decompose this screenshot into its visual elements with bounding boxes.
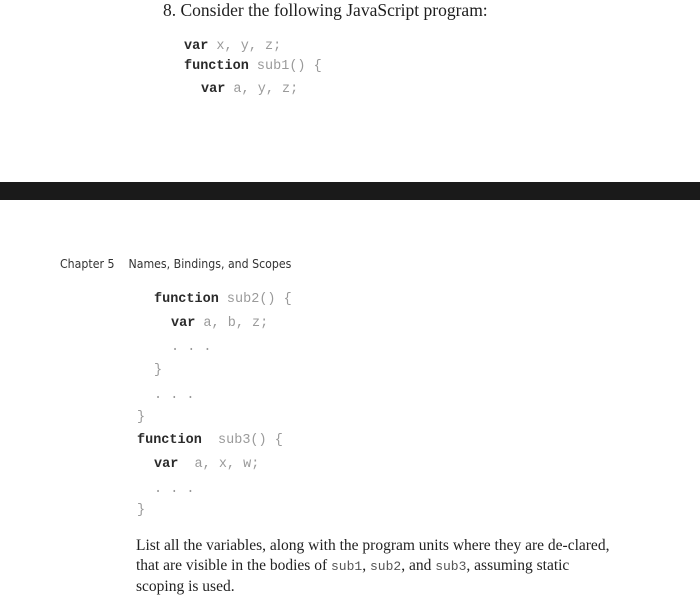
code-line: function sub1() { xyxy=(184,59,322,74)
code-line: } xyxy=(137,503,146,518)
page-separator xyxy=(0,182,700,200)
running-head: Chapter 5 Names, Bindings, and Scopes xyxy=(60,256,291,271)
code-line: var a, y, z; xyxy=(201,82,299,97)
code-line: . . . xyxy=(154,482,195,497)
exercise-title: 8. Consider the following JavaScript pro… xyxy=(163,0,488,20)
code-line: . . . xyxy=(171,340,212,355)
code-line: . . . xyxy=(154,388,195,403)
code-line: function sub2() { xyxy=(154,292,292,307)
code-line: var x, y, z; xyxy=(184,39,282,54)
code-line: var a, x, w; xyxy=(154,457,260,472)
question-text: List all the variables, along with the p… xyxy=(136,537,610,595)
chapter-number: Chapter 5 xyxy=(60,256,115,271)
code-line: } xyxy=(154,363,163,378)
code-line: function sub3() { xyxy=(137,433,283,448)
code-line: var a, b, z; xyxy=(171,316,269,331)
chapter-title: Names, Bindings, and Scopes xyxy=(128,256,292,271)
code-line: } xyxy=(137,410,146,425)
